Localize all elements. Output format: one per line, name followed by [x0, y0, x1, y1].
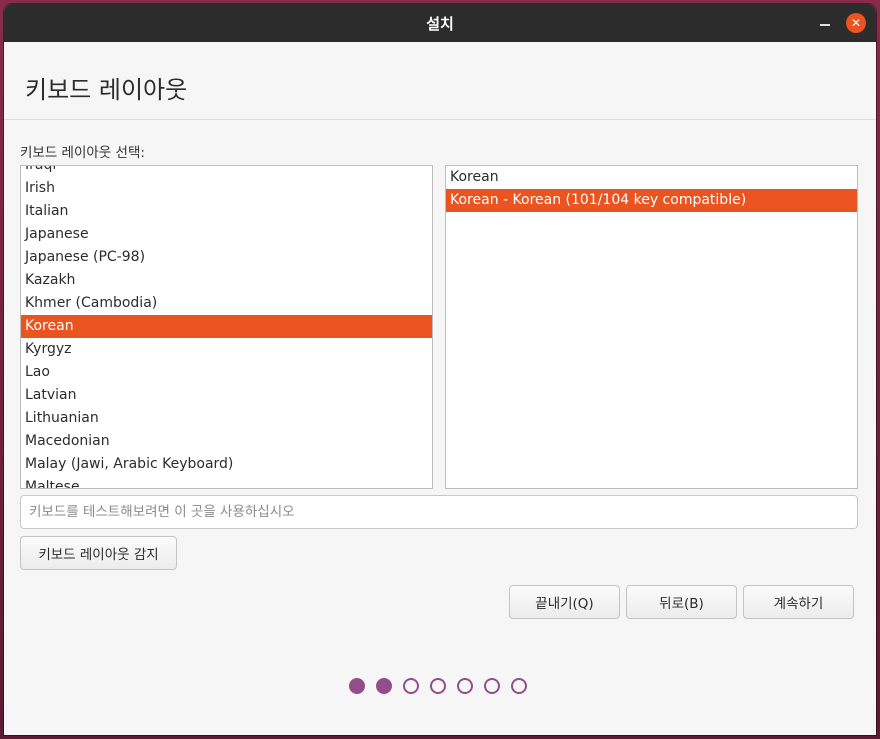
- page-header: 키보드 레이아웃: [4, 42, 876, 120]
- list-item[interactable]: Maltese: [21, 476, 432, 488]
- window-title: 설치: [426, 14, 454, 33]
- progress-indicator: [349, 678, 527, 694]
- progress-dot: [511, 678, 527, 694]
- installer-window: 설치 ✕ 키보드 레이아웃 키보드 레이아웃 선택: Iraqi Irish Ita…: [4, 4, 876, 735]
- minimize-icon[interactable]: [818, 16, 832, 30]
- list-item[interactable]: Japanese: [21, 223, 432, 246]
- progress-dot: [457, 678, 473, 694]
- progress-dot: [430, 678, 446, 694]
- progress-dot: [484, 678, 500, 694]
- variant-list[interactable]: Korean Korean - Korean (101/104 key compa…: [445, 165, 858, 489]
- progress-dot: [376, 678, 392, 694]
- title-bar[interactable]: 설치 ✕: [4, 4, 876, 42]
- list-item[interactable]: Khmer (Cambodia): [21, 292, 432, 315]
- list-item[interactable]: Korean - Korean (101/104 key compatible): [446, 189, 857, 212]
- list-item[interactable]: Iraqi: [21, 166, 432, 177]
- list-item[interactable]: Korean: [446, 166, 857, 189]
- progress-dot: [403, 678, 419, 694]
- list-item[interactable]: Lao: [21, 361, 432, 384]
- list-item[interactable]: Latvian: [21, 384, 432, 407]
- list-item[interactable]: Macedonian: [21, 430, 432, 453]
- variant-list-content: Korean Korean - Korean (101/104 key compa…: [446, 166, 857, 212]
- detect-layout-button[interactable]: 키보드 레이아웃 감지: [20, 536, 177, 570]
- page-title: 키보드 레이아웃: [25, 76, 188, 104]
- list-item[interactable]: Japanese (PC-98): [21, 246, 432, 269]
- keyboard-test-input[interactable]: [20, 495, 858, 529]
- list-item[interactable]: Kyrgyz: [21, 338, 432, 361]
- continue-button[interactable]: 계속하기: [743, 585, 854, 619]
- list-item[interactable]: Irish: [21, 177, 432, 200]
- back-button[interactable]: 뒤로(B): [626, 585, 737, 619]
- quit-button[interactable]: 끝내기(Q): [509, 585, 620, 619]
- layout-select-label: 키보드 레이아웃 선택:: [20, 145, 145, 161]
- list-item[interactable]: Korean: [21, 315, 432, 338]
- language-list[interactable]: Iraqi Irish Italian Japanese Japanese (PC-98…: [20, 165, 433, 489]
- list-item[interactable]: Italian: [21, 200, 432, 223]
- close-icon[interactable]: ✕: [846, 13, 866, 33]
- list-item[interactable]: Malay (Jawi, Arabic Keyboard): [21, 453, 432, 476]
- language-list-content: Iraqi Irish Italian Japanese Japanese (PC-98…: [21, 166, 432, 488]
- list-item[interactable]: Lithuanian: [21, 407, 432, 430]
- progress-dot: [349, 678, 365, 694]
- list-item[interactable]: Kazakh: [21, 269, 432, 292]
